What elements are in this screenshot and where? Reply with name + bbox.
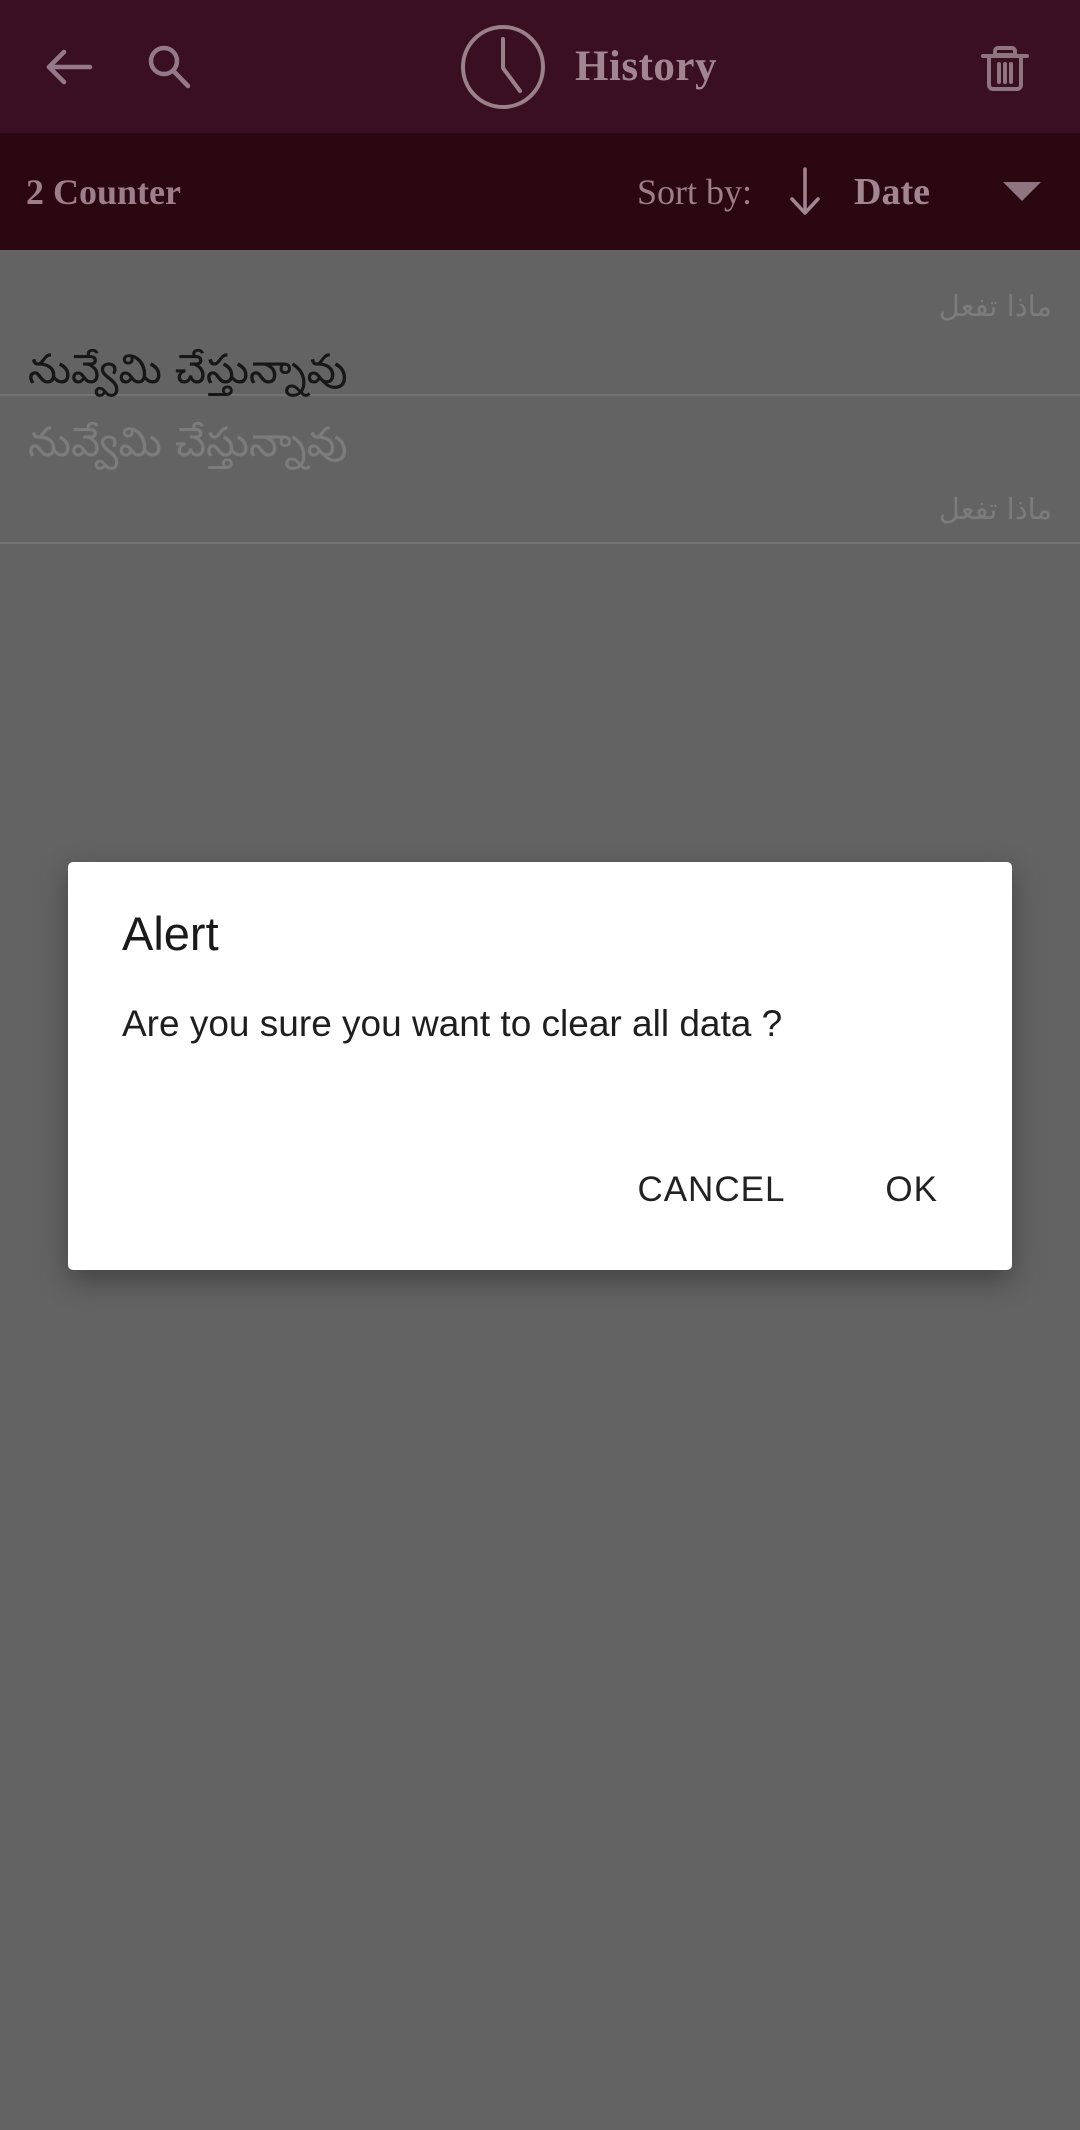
- app-bar: History: [0, 0, 1080, 133]
- ok-button[interactable]: OK: [859, 1156, 964, 1224]
- back-arrow-icon: [46, 49, 93, 84]
- app-title-group: History: [208, 21, 966, 113]
- dialog-message: Are you sure you want to clear all data …: [122, 1003, 783, 1044]
- sort-direction-button[interactable]: [778, 165, 832, 219]
- search-icon: [148, 45, 191, 88]
- list-item-subtitle: ماذا تفعل: [938, 289, 1052, 323]
- page-title: History: [574, 43, 718, 90]
- back-button[interactable]: [30, 28, 108, 106]
- list-item-title: నువ్వేమి చేస్తున్నావు: [28, 418, 348, 466]
- trash-icon: [981, 45, 1029, 91]
- dialog-actions: CANCEL OK: [611, 1156, 964, 1224]
- chevron-down-icon: [1003, 182, 1041, 201]
- clock-icon: [460, 24, 545, 109]
- sort-controls[interactable]: Sort by: Date: [637, 165, 1052, 219]
- sort-bar: 2 Counter Sort by: Date: [0, 133, 1080, 250]
- arrow-down-icon: [790, 166, 820, 215]
- search-button[interactable]: [130, 28, 208, 106]
- list-item[interactable]: నువ్వేమి చేస్తున్నావు ماذا تفعل: [0, 396, 1080, 544]
- clear-all-button[interactable]: [966, 28, 1044, 106]
- dialog-title: Alert: [122, 907, 219, 960]
- cancel-button[interactable]: CANCEL: [611, 1156, 811, 1224]
- sort-field-value[interactable]: Date: [854, 170, 930, 214]
- list-item-subtitle: ماذا تفعل: [938, 492, 1052, 526]
- alert-dialog: Alert Are you sure you want to clear all…: [68, 862, 1012, 1270]
- list-item[interactable]: ماذا تفعل నువ్వేమి చేస్తున్నావు: [0, 250, 1080, 396]
- counter-count-label: 2 Counter: [26, 171, 181, 212]
- list-item-title: నువ్వేమి చేస్తున్నావు: [28, 345, 348, 393]
- sort-by-label: Sort by:: [637, 171, 753, 212]
- sort-dropdown-button[interactable]: [992, 165, 1052, 219]
